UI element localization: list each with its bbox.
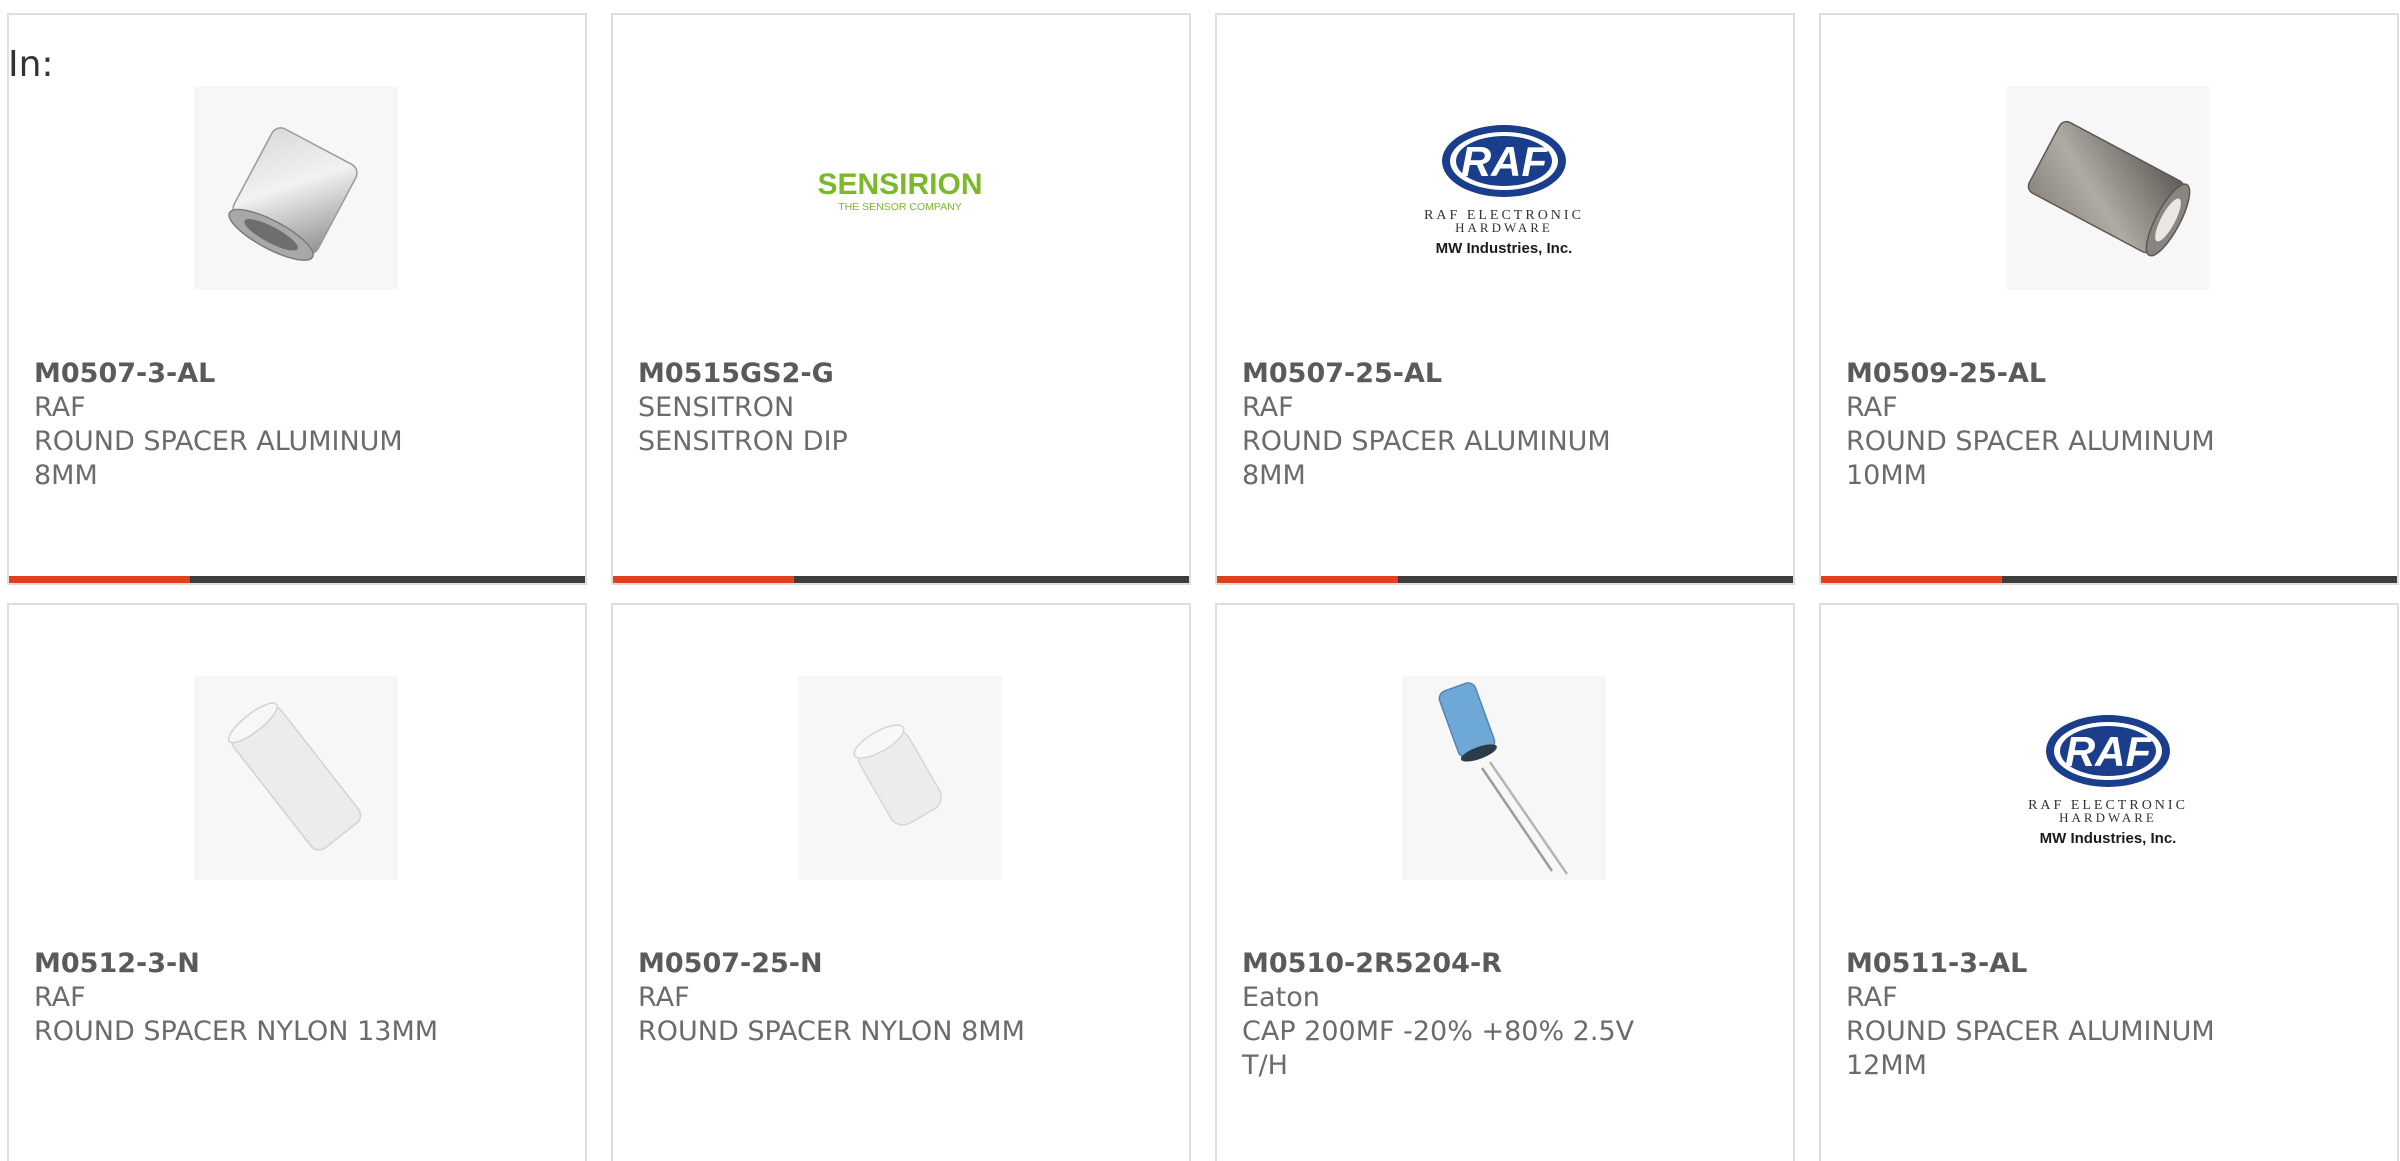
raf-logo-text: RAF — [2065, 728, 2153, 775]
product-card[interactable]: M0509-25-AL RAF ROUND SPACER ALUMINUM 10… — [1819, 13, 2399, 585]
part-number[interactable]: M0515GS2-G — [638, 357, 1169, 391]
manufacturer: RAF — [34, 392, 86, 423]
manufacturer: RAF — [1846, 392, 1898, 423]
progress-bar — [613, 576, 1189, 583]
manufacturer: RAF — [1242, 392, 1294, 423]
search-results-page: In: M0507-3-AL RAF ROUND SPACER ALUMINUM… — [0, 0, 2400, 1161]
product-info: M0509-25-AL RAF ROUND SPACER ALUMINUM 10… — [1846, 357, 2377, 493]
description: ROUND SPACER NYLON 8MM — [638, 1016, 1025, 1047]
progress-bar — [1217, 576, 1793, 583]
part-number[interactable]: M0510-2R5204-R — [1242, 947, 1773, 981]
description: ROUND SPACER ALUMINUM 8MM — [34, 426, 403, 491]
raf-logo-line3: MW Industries, Inc. — [2040, 830, 2177, 847]
raf-logo-line2: HARDWARE — [1455, 220, 1553, 235]
description: SENSITRON DIP — [638, 426, 848, 457]
manufacturer: SENSITRON — [638, 392, 795, 423]
manufacturer: RAF — [34, 982, 86, 1013]
part-number[interactable]: M0507-3-AL — [34, 357, 565, 391]
product-card[interactable]: RAF RAF ELECTRONIC HARDWARE MW Industrie… — [1819, 603, 2399, 1161]
product-card[interactable]: M0510-2R5204-R Eaton CAP 200MF -20% +80%… — [1215, 603, 1795, 1161]
product-info: M0512-3-N RAF ROUND SPACER NYLON 13MM — [34, 947, 565, 1049]
progress-bar-fill — [1821, 576, 2003, 583]
product-info: M0507-25-AL RAF ROUND SPACER ALUMINUM 8M… — [1242, 357, 1773, 493]
product-info: M0511-3-AL RAF ROUND SPACER ALUMINUM 12M… — [1846, 947, 2377, 1083]
description: CAP 200MF -20% +80% 2.5V T/H — [1242, 1016, 1635, 1081]
progress-bar-fill — [613, 576, 795, 583]
progress-bar-fill — [1217, 576, 1399, 583]
product-info: M0507-3-AL RAF ROUND SPACER ALUMINUM 8MM — [34, 357, 565, 493]
manufacturer: RAF — [1846, 982, 1898, 1013]
raf-logo-text: RAF — [1461, 138, 1549, 185]
raf-logo: RAF RAF ELECTRONIC HARDWARE MW Industrie… — [2006, 676, 2210, 880]
description: ROUND SPACER ALUMINUM 8MM — [1242, 426, 1611, 491]
product-card[interactable]: M0512-3-N RAF ROUND SPACER NYLON 13MM — [7, 603, 587, 1161]
product-grid: M0507-3-AL RAF ROUND SPACER ALUMINUM 8MM… — [7, 13, 2399, 1161]
product-info: M0507-25-N RAF ROUND SPACER NYLON 8MM — [638, 947, 1169, 1049]
metal-spacer-long-icon — [2006, 86, 2210, 290]
sensirion-logo: SENSIRION THE SENSOR COMPANY — [798, 86, 1002, 290]
progress-bar — [1821, 576, 2397, 583]
product-info: M0510-2R5204-R Eaton CAP 200MF -20% +80%… — [1242, 947, 1773, 1083]
raf-logo-line2: HARDWARE — [2059, 810, 2157, 825]
raf-logo-line3: MW Industries, Inc. — [1436, 240, 1573, 257]
capacitor-icon — [1402, 676, 1606, 880]
product-card[interactable]: RAF RAF ELECTRONIC HARDWARE MW Industrie… — [1215, 13, 1795, 585]
part-number[interactable]: M0512-3-N — [34, 947, 565, 981]
metal-spacer-short-icon — [194, 86, 398, 290]
part-number[interactable]: M0509-25-AL — [1846, 357, 2377, 391]
nylon-spacer-long-icon — [194, 676, 398, 880]
manufacturer: Eaton — [1242, 982, 1320, 1013]
description: ROUND SPACER ALUMINUM 10MM — [1846, 426, 2215, 491]
sensirion-logo-tagline: THE SENSOR COMPANY — [838, 201, 962, 213]
description: ROUND SPACER NYLON 13MM — [34, 1016, 439, 1047]
sensirion-logo-text: SENSIRION — [817, 168, 982, 201]
product-card[interactable]: SENSIRION THE SENSOR COMPANY M0515GS2-G … — [611, 13, 1191, 585]
product-card[interactable]: M0507-25-N RAF ROUND SPACER NYLON 8MM — [611, 603, 1191, 1161]
manufacturer: RAF — [638, 982, 690, 1013]
product-card[interactable]: M0507-3-AL RAF ROUND SPACER ALUMINUM 8MM — [7, 13, 587, 585]
progress-bar-fill — [9, 576, 191, 583]
progress-bar — [9, 576, 585, 583]
nylon-spacer-short-icon — [798, 676, 1002, 880]
description: ROUND SPACER ALUMINUM 12MM — [1846, 1016, 2215, 1081]
filter-label: In: — [8, 44, 54, 85]
product-info: M0515GS2-G SENSITRON SENSITRON DIP — [638, 357, 1169, 459]
raf-logo: RAF RAF ELECTRONIC HARDWARE MW Industrie… — [1402, 86, 1606, 290]
part-number[interactable]: M0507-25-N — [638, 947, 1169, 981]
part-number[interactable]: M0507-25-AL — [1242, 357, 1773, 391]
part-number[interactable]: M0511-3-AL — [1846, 947, 2377, 981]
